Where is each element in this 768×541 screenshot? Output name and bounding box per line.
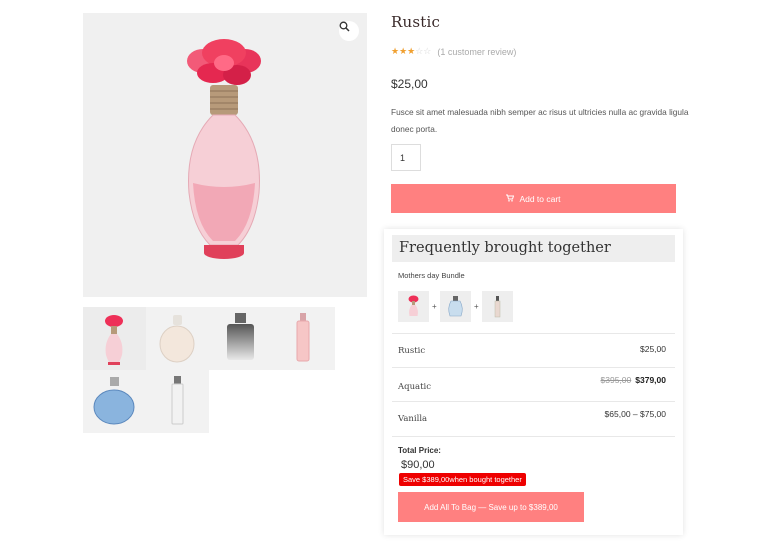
- bundle-row-rustic: Rustic $25,00: [392, 333, 675, 367]
- product-price: $25,00: [391, 77, 428, 91]
- product-title: Rustic: [391, 13, 441, 31]
- bundle-item-image-rustic[interactable]: [398, 291, 429, 322]
- thumbnail-pearl[interactable]: [146, 307, 209, 370]
- thumbnail-noir[interactable]: [209, 307, 272, 370]
- bundle-item-name[interactable]: Vanilla: [398, 414, 427, 424]
- frequently-bought-together: Frequently brought together Mothers day …: [384, 229, 683, 535]
- perfume-bottle-image: [187, 39, 261, 259]
- add-to-cart-label: Add to cart: [519, 193, 561, 204]
- total-price-value: $90,00: [401, 459, 435, 471]
- product-rating: ★★★☆☆ (1 customer review): [391, 46, 516, 57]
- bundle-row-aquatic: Aquatic $395,00 $379,00: [392, 367, 675, 401]
- bundle-name: Mothers day Bundle: [398, 271, 465, 280]
- bundle-row-vanilla: Vanilla $65,00 – $75,00: [392, 401, 675, 436]
- bundle-item-sale-price: $379,00: [635, 375, 666, 385]
- add-to-cart-button[interactable]: Add to cart: [391, 184, 676, 213]
- thumbnail-rustic[interactable]: [83, 307, 146, 370]
- bundle-item-old-price: $395,00: [600, 375, 632, 385]
- divider: [392, 436, 675, 437]
- bundle-item-price: $395,00 $379,00: [601, 375, 666, 385]
- bundle-item-image-aquatic[interactable]: [440, 291, 471, 322]
- fbt-heading: Frequently brought together: [392, 235, 675, 262]
- thumbnail-blush[interactable]: [272, 307, 335, 370]
- cart-icon: [506, 194, 515, 204]
- bundle-item-price: $65,00 – $75,00: [604, 409, 666, 419]
- add-all-to-bag-button[interactable]: Add All To Bag — Save up to $389,00: [398, 492, 584, 522]
- bundle-item-name[interactable]: Aquatic: [398, 382, 431, 392]
- bundle-item-image-vanilla[interactable]: [482, 291, 513, 322]
- bundle-item-name[interactable]: Rustic: [398, 346, 425, 356]
- total-price-label: Total Price:: [398, 446, 441, 455]
- search-icon[interactable]: [339, 21, 359, 41]
- customer-review-link[interactable]: (1 customer review): [437, 47, 516, 57]
- product-description: Fusce sit amet malesuada nibh semper ac …: [391, 107, 689, 134]
- star-rating-icon: ★★★☆☆: [391, 46, 432, 56]
- product-main-image[interactable]: [83, 13, 367, 297]
- quantity-input[interactable]: 1: [391, 144, 421, 171]
- plus-sign: +: [474, 302, 479, 311]
- savings-badge: Save $389,00when bought together: [399, 473, 526, 486]
- plus-sign: +: [432, 302, 437, 311]
- thumbnail-vanilla[interactable]: [146, 370, 209, 433]
- thumbnail-aquatic[interactable]: [83, 370, 146, 433]
- bundle-item-price: $25,00: [640, 344, 666, 354]
